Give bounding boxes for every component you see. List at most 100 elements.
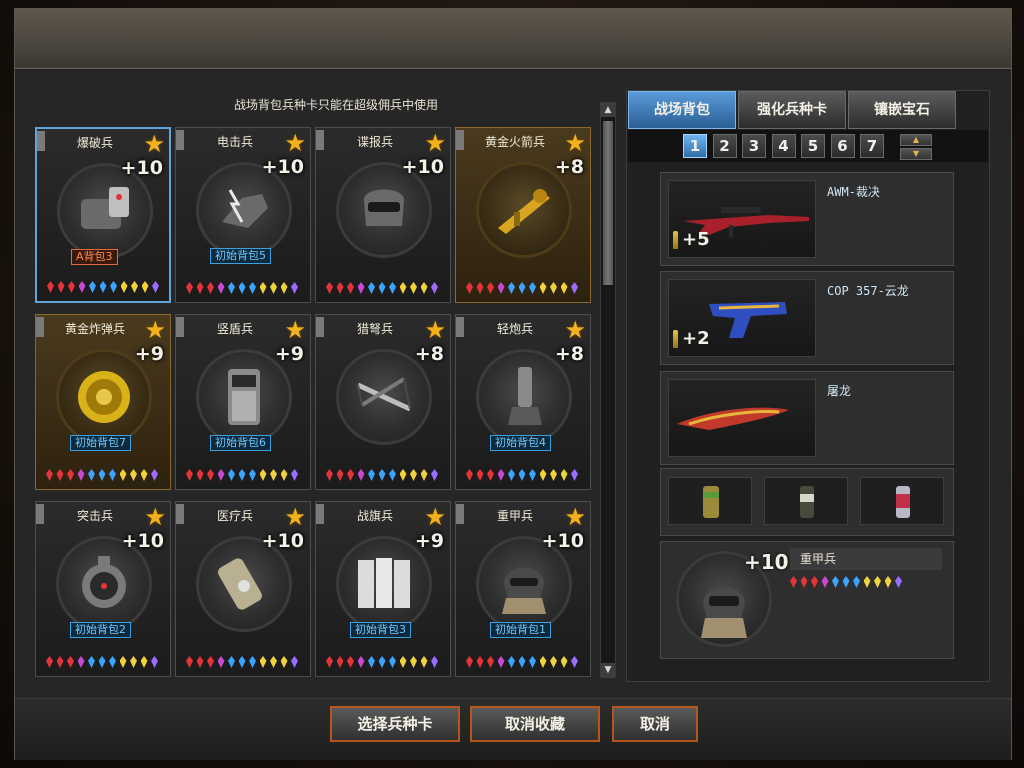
explosive-pack-icon bbox=[73, 179, 137, 243]
star-icon: ★ bbox=[284, 129, 306, 157]
cancel-button[interactable]: 取消 bbox=[612, 706, 698, 742]
gem-icon bbox=[46, 656, 53, 668]
card-scrollbar[interactable]: ▲ ▼ bbox=[600, 102, 616, 678]
page-button[interactable]: 1 bbox=[683, 134, 707, 158]
page-button[interactable]: 7 bbox=[860, 134, 884, 158]
gem-icon bbox=[280, 469, 288, 481]
star-icon: ★ bbox=[284, 316, 306, 344]
card-plus: +10 bbox=[261, 156, 304, 178]
gem-icon bbox=[207, 656, 214, 668]
gem-icon bbox=[497, 656, 505, 668]
gem-icon bbox=[67, 656, 74, 668]
page-button[interactable]: 2 bbox=[712, 134, 737, 158]
weapon-name: 屠龙 bbox=[827, 384, 852, 398]
card-name: 电击兵 bbox=[216, 135, 253, 149]
page-button[interactable]: 5 bbox=[801, 134, 825, 158]
gem-icon bbox=[539, 656, 547, 668]
gem-icon bbox=[476, 656, 484, 668]
soldier-card[interactable]: 黄金炸弹兵 ★ +9 初始背包7 bbox=[35, 314, 171, 490]
soldier-card[interactable]: 医疗兵 ★ +10 bbox=[175, 501, 311, 677]
gem-icon bbox=[131, 281, 138, 293]
soldier-card[interactable]: 重甲兵 ★ +10 初始背包1 bbox=[455, 501, 591, 677]
gem-icon bbox=[476, 469, 484, 481]
card-tab bbox=[316, 130, 324, 150]
gem-icon bbox=[77, 656, 85, 668]
card-plus: +9 bbox=[414, 530, 444, 552]
soldier-card[interactable]: 黄金火箭兵 ★ +8 bbox=[455, 127, 591, 303]
gem-icon bbox=[99, 281, 107, 293]
gem-icon bbox=[47, 281, 54, 293]
gem-icon bbox=[228, 469, 235, 481]
card-tab bbox=[176, 130, 184, 150]
gem-icon bbox=[368, 656, 375, 668]
gem-icon bbox=[476, 282, 484, 294]
soldier-card[interactable]: 爆破兵 ★ +10 A背包3 bbox=[35, 127, 171, 303]
gem-icon bbox=[399, 282, 407, 294]
soldier-card[interactable]: 竖盾兵 ★ +9 初始背包6 bbox=[175, 314, 311, 490]
page-button[interactable]: 6 bbox=[830, 134, 855, 158]
gem-row bbox=[47, 281, 163, 295]
soldier-card[interactable]: 谍报兵 ★ +10 bbox=[315, 127, 451, 303]
gem-icon bbox=[57, 281, 65, 293]
electric-fist-icon bbox=[212, 178, 276, 242]
page-up-icon[interactable]: ▲ bbox=[900, 134, 932, 146]
gem-row bbox=[466, 469, 582, 483]
card-tab bbox=[456, 504, 464, 524]
gem-icon bbox=[389, 656, 396, 668]
gem-icon bbox=[151, 656, 158, 668]
card-name: 黄金炸弹兵 bbox=[64, 322, 125, 336]
card-name: 轻炮兵 bbox=[496, 322, 533, 336]
page-down-icon[interactable]: ▼ bbox=[900, 148, 932, 160]
gem-icon bbox=[431, 656, 438, 668]
scroll-thumb[interactable] bbox=[603, 121, 613, 285]
tab-enhance-card[interactable]: 强化兵种卡 bbox=[738, 91, 846, 129]
gem-row bbox=[466, 656, 582, 670]
gem-icon bbox=[280, 282, 288, 294]
gem-icon bbox=[550, 656, 557, 668]
knife-icon bbox=[668, 379, 816, 457]
star-icon: ★ bbox=[284, 503, 306, 531]
tab-battle-backpack[interactable]: 战场背包 bbox=[628, 91, 736, 129]
soldier-card[interactable]: 突击兵 ★ +10 初始背包2 bbox=[35, 501, 171, 677]
gem-icon bbox=[550, 469, 557, 481]
weapon-slot-melee[interactable]: 屠龙 bbox=[660, 371, 954, 465]
gem-icon bbox=[518, 282, 526, 294]
star-icon: ★ bbox=[564, 503, 586, 531]
gem-icon bbox=[399, 469, 407, 481]
page-button[interactable]: 4 bbox=[771, 134, 796, 158]
flash-grenade-icon[interactable] bbox=[764, 477, 848, 525]
card-plus: +8 bbox=[554, 343, 584, 365]
select-card-button[interactable]: 选择兵种卡 bbox=[330, 706, 460, 742]
scroll-up-icon[interactable]: ▲ bbox=[601, 103, 615, 117]
gem-icon bbox=[217, 469, 225, 481]
grenade-can-icon[interactable] bbox=[668, 477, 752, 525]
gem-icon bbox=[487, 656, 494, 668]
dialog-header bbox=[15, 9, 1011, 69]
gem-icon bbox=[410, 282, 417, 294]
page-button[interactable]: 3 bbox=[742, 134, 766, 158]
card-tab bbox=[316, 504, 324, 524]
soldier-card[interactable]: 轻炮兵 ★ +8 初始背包4 bbox=[455, 314, 591, 490]
soldier-card[interactable]: 猎弩兵 ★ +8 bbox=[315, 314, 451, 490]
unfavorite-button[interactable]: 取消收藏 bbox=[470, 706, 600, 742]
scroll-down-icon[interactable]: ▼ bbox=[601, 663, 615, 677]
weapon-slot-primary[interactable]: +5 AWM-裁决 bbox=[660, 172, 954, 266]
gem-icon bbox=[336, 656, 344, 668]
gem-icon bbox=[88, 656, 95, 668]
weapon-slot-secondary[interactable]: +2 COP 357-云龙 bbox=[660, 271, 954, 365]
gem-icon bbox=[98, 656, 106, 668]
tab-inlay-gem[interactable]: 镶嵌宝石 bbox=[848, 91, 956, 129]
soldier-card[interactable]: 战旗兵 ★ +9 初始背包3 bbox=[315, 501, 451, 677]
gem-icon bbox=[357, 469, 365, 481]
gem-icon bbox=[347, 282, 354, 294]
gem-icon bbox=[196, 282, 204, 294]
gem-icon bbox=[89, 281, 96, 293]
gem-icon bbox=[487, 282, 494, 294]
gem-icon bbox=[560, 656, 568, 668]
smoke-grenade-icon[interactable] bbox=[860, 477, 944, 525]
star-icon: ★ bbox=[424, 316, 446, 344]
soldier-card[interactable]: 电击兵 ★ +10 初始背包5 bbox=[175, 127, 311, 303]
card-badge: 初始背包5 bbox=[210, 248, 271, 264]
card-plus: +10 bbox=[401, 156, 444, 178]
gem-icon bbox=[196, 656, 204, 668]
